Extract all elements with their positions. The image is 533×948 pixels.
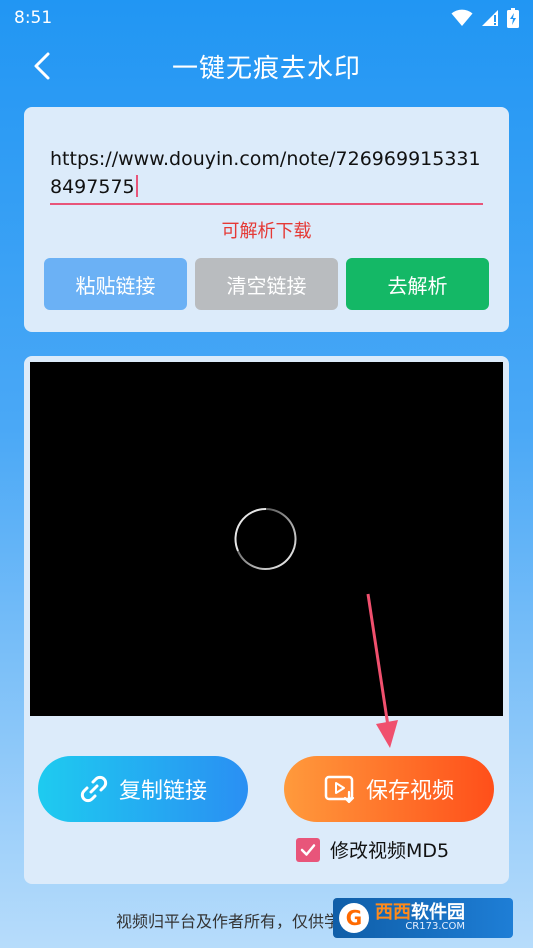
copy-link-label: 复制链接 bbox=[118, 779, 207, 804]
link-icon bbox=[80, 775, 108, 803]
status-bar: 8:51 bbox=[0, 0, 533, 36]
watermark-main-b: 软件园 bbox=[411, 902, 465, 923]
md5-option: 修改视频MD5 bbox=[296, 836, 449, 863]
save-video-button[interactable]: 保存视频 bbox=[284, 756, 494, 822]
url-input-value: https://www.douyin.com/note/726969915331… bbox=[50, 148, 481, 198]
watermark-sub: CR173.COM bbox=[405, 921, 465, 932]
watermark-main-a: 西西 bbox=[375, 902, 411, 923]
status-icons bbox=[451, 8, 519, 28]
page-title: 一键无痕去水印 bbox=[171, 53, 361, 84]
battery-icon bbox=[507, 8, 519, 28]
status-time: 8:51 bbox=[14, 8, 53, 28]
md5-label: 修改视频MD5 bbox=[330, 840, 450, 862]
video-save-icon bbox=[324, 775, 355, 804]
chevron-left-icon bbox=[34, 52, 50, 80]
url-input[interactable]: https://www.douyin.com/note/726969915331… bbox=[50, 145, 483, 205]
save-video-label: 保存视频 bbox=[365, 779, 454, 804]
watermark-logo: G bbox=[339, 903, 369, 933]
text-caret bbox=[135, 175, 138, 197]
clear-link-button[interactable]: 清空链接 bbox=[195, 258, 338, 310]
signal-icon bbox=[482, 10, 498, 26]
app-bar: 一键无痕去水印 bbox=[0, 36, 533, 96]
link-input-card: https://www.douyin.com/note/726969915331… bbox=[24, 107, 509, 332]
checkmark-icon bbox=[300, 843, 316, 856]
video-player[interactable] bbox=[30, 362, 503, 716]
parse-button[interactable]: 去解析 bbox=[346, 258, 489, 310]
link-button-row: 粘贴链接 清空链接 去解析 bbox=[44, 258, 489, 310]
copy-link-button[interactable]: 复制链接 bbox=[38, 756, 248, 822]
video-card: 复制链接 保存视频 修改视频MD5 bbox=[24, 356, 509, 884]
md5-checkbox[interactable] bbox=[296, 837, 320, 862]
watermark-text: 西西软件园 CR173.COM bbox=[375, 904, 465, 932]
back-button[interactable] bbox=[24, 48, 60, 84]
paste-link-button[interactable]: 粘贴链接 bbox=[44, 258, 187, 310]
annotation-arrow-icon bbox=[366, 593, 398, 748]
wifi-icon bbox=[451, 9, 473, 26]
loading-spinner-icon bbox=[234, 507, 297, 570]
parse-status-text: 可解析下载 bbox=[221, 221, 312, 242]
video-action-row: 复制链接 保存视频 bbox=[38, 756, 494, 822]
site-watermark: G 西西软件园 CR173.COM bbox=[333, 898, 513, 938]
